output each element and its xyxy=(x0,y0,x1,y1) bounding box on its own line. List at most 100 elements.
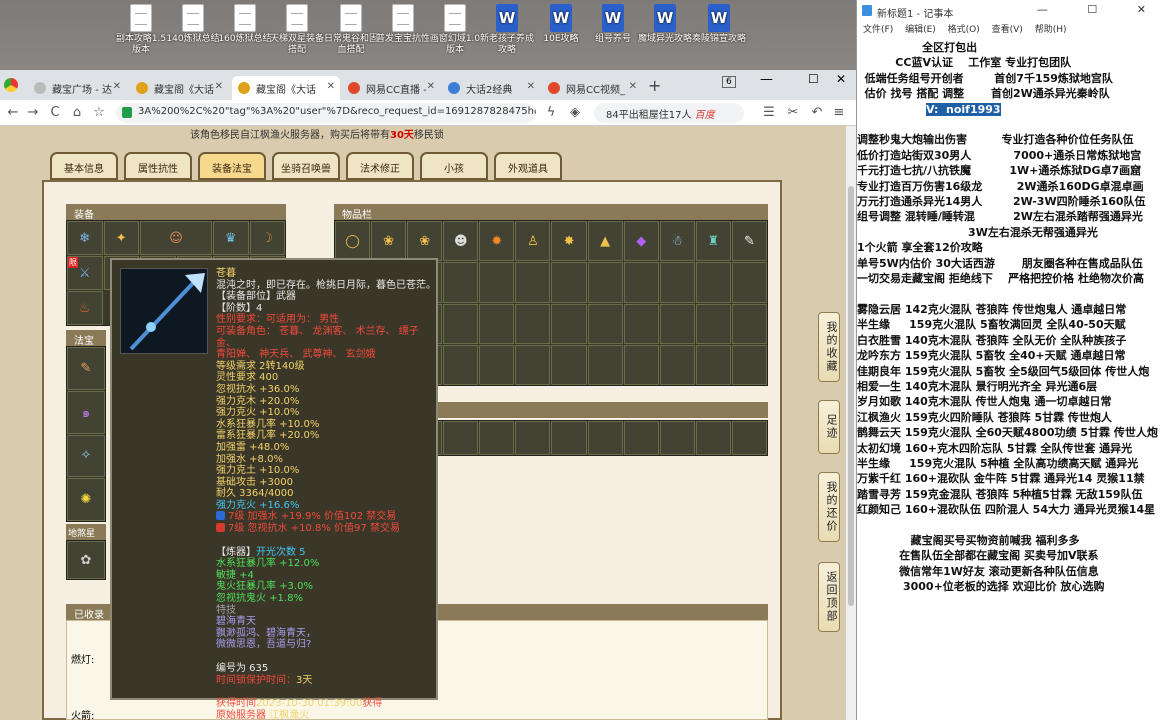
favorites-button[interactable]: 我的收藏 xyxy=(818,312,840,382)
item-slot[interactable]: ✹ xyxy=(479,221,515,262)
item-slot[interactable]: ◆ xyxy=(623,221,659,262)
item-slot[interactable] xyxy=(587,303,623,344)
equip-slot[interactable]: ♛ xyxy=(213,221,249,255)
tab-equipment[interactable]: 装备法宝 xyxy=(198,152,266,180)
item-slot[interactable]: ❀ xyxy=(371,221,407,262)
item-slot[interactable] xyxy=(515,344,551,385)
desktop-icon[interactable]: W 组号养号 xyxy=(586,4,640,45)
item-slot[interactable]: ☃ xyxy=(659,221,695,262)
item-slot[interactable]: ♙ xyxy=(515,221,551,262)
item-slot[interactable] xyxy=(443,262,479,303)
desktop-icon[interactable]: W 10E攻略 xyxy=(534,4,588,45)
equip-slot[interactable]: ☺ xyxy=(140,221,212,255)
desktop-icon[interactable]: 日常鬼谷和固血搭配 xyxy=(324,4,378,56)
menu-file[interactable]: 文件(F) xyxy=(863,25,893,35)
menu-edit[interactable]: 编辑(E) xyxy=(905,25,936,35)
item-slot[interactable] xyxy=(551,344,587,385)
close-icon[interactable]: ✕ xyxy=(527,81,535,92)
desktop-icon[interactable]: 天梯双星装备搭配 xyxy=(270,4,324,56)
equip-slot[interactable]: ❄ xyxy=(67,221,103,255)
item-slot[interactable] xyxy=(695,344,731,385)
item-slot[interactable] xyxy=(551,421,587,455)
item-slot[interactable] xyxy=(731,262,767,303)
desktop-icon[interactable]: 画窗幻域1.0版本 xyxy=(428,4,482,56)
home-icon[interactable]: ⌂ xyxy=(68,104,86,122)
close-icon[interactable]: ✕ xyxy=(427,81,435,92)
item-slot[interactable] xyxy=(695,303,731,344)
desktop-icon[interactable]: 140炼狱总结 xyxy=(166,4,220,45)
back-icon[interactable]: ← xyxy=(4,104,22,122)
item-slot[interactable]: ♜ xyxy=(695,221,731,262)
item-slot[interactable] xyxy=(479,303,515,344)
close-icon[interactable]: ✕ xyxy=(113,81,121,92)
item-slot[interactable] xyxy=(731,421,767,455)
lingbao-slot[interactable]: ✿ xyxy=(67,541,105,579)
item-slot[interactable] xyxy=(479,262,515,303)
item-slot[interactable] xyxy=(695,421,731,455)
item-slot[interactable] xyxy=(515,421,551,455)
desktop-icon[interactable]: 普发宝宝抗性 xyxy=(376,4,430,45)
menu-icon[interactable]: ☰ xyxy=(760,104,778,122)
undo-icon[interactable]: ↶ xyxy=(808,104,826,122)
item-slot[interactable] xyxy=(587,421,623,455)
search-engine-icon[interactable]: ◈ xyxy=(566,104,584,122)
lightning-icon[interactable]: ϟ xyxy=(542,104,560,122)
item-slot[interactable] xyxy=(731,303,767,344)
tab-basic-info[interactable]: 基本信息 xyxy=(50,152,118,180)
tab-cangbao-plaza[interactable]: 藏宝广场 - 达 ✕ xyxy=(28,76,126,100)
tab-dahua2[interactable]: 大话2经典 ✕ xyxy=(442,76,540,100)
item-slot[interactable] xyxy=(551,262,587,303)
item-slot[interactable] xyxy=(695,262,731,303)
item-slot[interactable] xyxy=(731,344,767,385)
tab-mounts[interactable]: 坐骑召唤兽 xyxy=(272,152,340,180)
close-icon[interactable]: ✕ xyxy=(629,81,637,92)
search-input[interactable]: 84平出租屋住17人 百度 xyxy=(594,103,744,123)
desktop-icon[interactable]: W 奏陵锦宣攻略 xyxy=(692,4,746,45)
item-slot[interactable] xyxy=(659,303,695,344)
item-slot[interactable] xyxy=(659,421,695,455)
scrollbar-thumb[interactable] xyxy=(848,186,854,606)
item-slot[interactable] xyxy=(659,344,695,385)
item-slot[interactable] xyxy=(479,421,515,455)
more-icon[interactable]: ≡ xyxy=(830,104,848,122)
item-slot[interactable]: ✸ xyxy=(551,221,587,262)
tab-cc-live[interactable]: 网易CC直播 - ✕ xyxy=(342,76,440,100)
menu-help[interactable]: 帮助(H) xyxy=(1035,25,1067,35)
maximize-icon[interactable]: ☐ xyxy=(808,72,819,86)
tab-cangbao-active[interactable]: 藏宝阁《大话 ✕ xyxy=(232,76,340,100)
tab-child[interactable]: 小孩 xyxy=(420,152,488,180)
scissors-icon[interactable]: ✂ xyxy=(784,104,802,122)
item-slot[interactable] xyxy=(551,303,587,344)
item-slot[interactable]: ☻ xyxy=(443,221,479,262)
minimize-icon[interactable]: — xyxy=(760,72,773,87)
item-slot[interactable]: ✎ xyxy=(731,221,767,262)
menu-format[interactable]: 格式(O) xyxy=(948,25,980,35)
item-slot[interactable] xyxy=(443,344,479,385)
back-to-top-button[interactable]: 返回顶部 xyxy=(818,562,840,632)
item-slot[interactable]: ▲ xyxy=(587,221,623,262)
fabao-slot[interactable]: ✺ xyxy=(67,478,105,521)
item-slot[interactable] xyxy=(623,262,659,303)
item-slot[interactable] xyxy=(587,262,623,303)
item-slot[interactable]: ◯ xyxy=(335,221,371,262)
tab-cangbao-1[interactable]: 藏宝阁《大话 ✕ xyxy=(130,76,228,100)
counteroffer-button[interactable]: 我的还价 xyxy=(818,472,840,542)
browser-logo-icon[interactable] xyxy=(4,78,18,92)
close-window-icon[interactable]: ✕ xyxy=(836,72,846,86)
desktop-icon[interactable]: W 新老孩子养成攻略 xyxy=(480,4,534,56)
equip-slot-weapon[interactable]: ⚔ 限 xyxy=(67,256,103,290)
forward-icon[interactable]: → xyxy=(24,104,42,122)
desktop-icon[interactable]: W 魔域异光攻略 xyxy=(638,4,692,45)
item-slot[interactable] xyxy=(623,303,659,344)
footprint-button[interactable]: 足迹 xyxy=(818,400,840,454)
equip-slot[interactable]: ♨ xyxy=(67,291,103,325)
item-slot[interactable] xyxy=(623,344,659,385)
tab-count-badge[interactable]: 6 xyxy=(722,76,736,88)
page-scrollbar[interactable] xyxy=(846,126,856,720)
fabao-slot[interactable]: ✎ xyxy=(67,347,105,390)
equip-slot[interactable]: ☽ xyxy=(249,221,285,255)
reload-icon[interactable]: C xyxy=(46,104,64,122)
desktop-icon[interactable]: 160炼狱总结 xyxy=(218,4,272,45)
item-slot[interactable] xyxy=(479,344,515,385)
desktop-icon[interactable]: 副本攻略1.5版本 xyxy=(114,4,168,56)
